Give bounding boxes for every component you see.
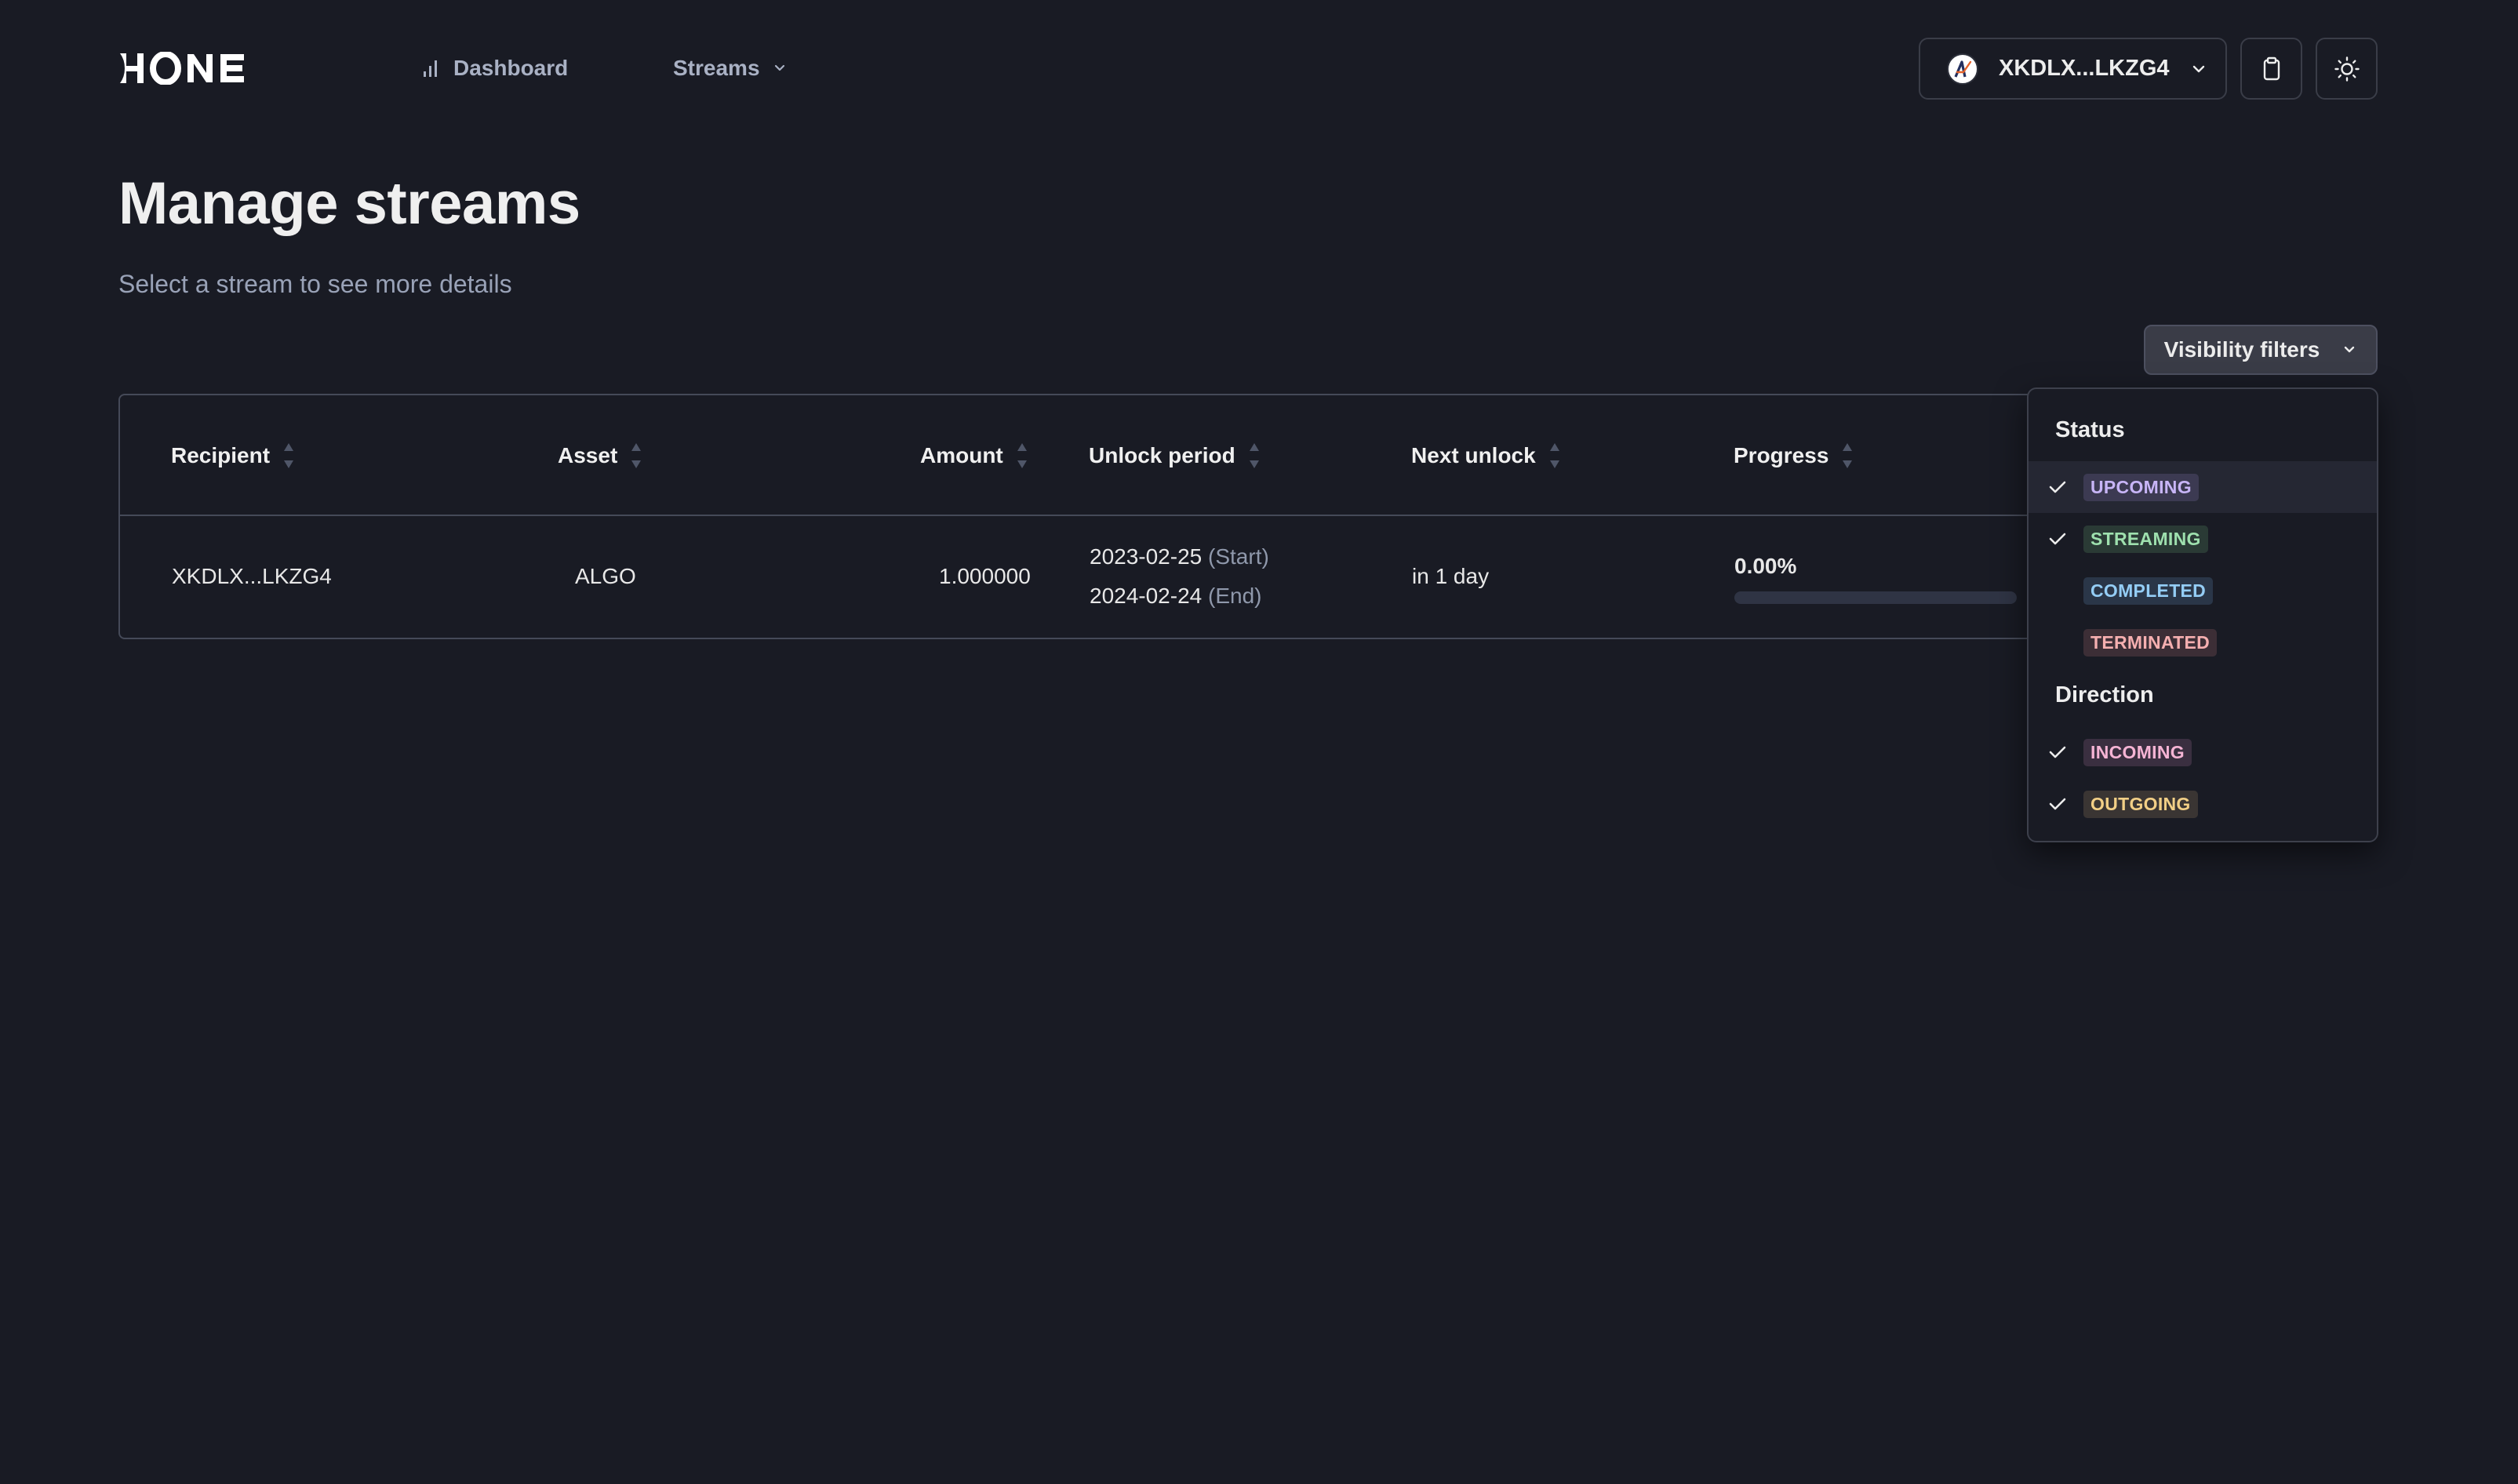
check-icon xyxy=(2049,533,2066,545)
column-label: Progress xyxy=(1734,443,1829,467)
filter-direction-incoming[interactable]: INCOMING xyxy=(2029,726,2377,778)
start-label: (Start) xyxy=(1208,544,1269,569)
end-date: 2024-02-24 xyxy=(1090,584,1203,608)
filter-status-completed[interactable]: COMPLETED xyxy=(2029,565,2377,617)
sun-icon xyxy=(2334,56,2360,82)
chevron-down-icon xyxy=(2192,65,2204,72)
column-header-recipient[interactable]: Recipient xyxy=(171,436,297,475)
visibility-filters-label: Visibility filters xyxy=(2163,337,2320,362)
direction-badge-outgoing: OUTGOING xyxy=(2083,790,2198,818)
column-label: Unlock period xyxy=(1089,443,1235,467)
nav-dashboard[interactable]: Dashboard xyxy=(420,49,568,88)
wallet-account-button[interactable]: XKDLX...LKZG4 xyxy=(1919,38,2227,100)
direction-badge-incoming: INCOMING xyxy=(2083,738,2192,766)
clipboard-button[interactable] xyxy=(2240,38,2302,100)
column-header-asset[interactable]: Asset xyxy=(558,436,644,475)
cell-next-unlock: in 1 day xyxy=(1412,564,1490,588)
algorand-logo-icon xyxy=(1947,53,1978,85)
chevron-down-icon xyxy=(774,64,784,71)
end-label: (End) xyxy=(1208,584,1262,608)
column-header-next-unlock[interactable]: Next unlock xyxy=(1411,436,1563,475)
hone-logo[interactable] xyxy=(118,52,246,85)
column-label: Recipient xyxy=(171,443,271,467)
page-title: Manage streams xyxy=(118,170,580,237)
cell-amount: 1.000000 xyxy=(939,564,1031,588)
visibility-filters-menu: Status UPCOMING STREAMING COMPLETED TERM… xyxy=(2027,387,2378,842)
direction-section-title: Direction xyxy=(2055,682,2154,707)
column-header-unlock-period[interactable]: Unlock period xyxy=(1089,436,1262,475)
column-header-progress[interactable]: Progress xyxy=(1734,436,1855,475)
theme-toggle-button[interactable] xyxy=(2316,38,2378,100)
page-subtitle: Select a stream to see more details xyxy=(118,270,512,298)
column-label: Asset xyxy=(558,443,618,467)
clipboard-icon xyxy=(2263,56,2280,80)
nav-streams-dropdown[interactable]: Streams xyxy=(673,49,787,88)
check-icon xyxy=(2049,746,2066,758)
progress-bar xyxy=(1734,591,2017,604)
sort-icon xyxy=(284,443,294,468)
sort-icon xyxy=(1549,443,1559,468)
status-badge-completed: COMPLETED xyxy=(2083,577,2214,605)
filter-status-upcoming[interactable]: UPCOMING xyxy=(2029,461,2377,513)
wallet-address: XKDLX...LKZG4 xyxy=(1999,56,2170,81)
visibility-filters-button[interactable]: Visibility filters xyxy=(2144,325,2378,375)
check-icon xyxy=(2049,798,2066,810)
status-badge-upcoming: UPCOMING xyxy=(2083,473,2199,501)
start-date: 2023-02-25 xyxy=(1090,544,1203,569)
status-badge-terminated: TERMINATED xyxy=(2083,628,2218,657)
cell-unlock-start: 2023-02-25 (Start) xyxy=(1090,544,1269,569)
cell-asset: ALGO xyxy=(575,564,636,588)
filter-status-streaming[interactable]: STREAMING xyxy=(2029,513,2377,565)
filter-status-terminated[interactable]: TERMINATED xyxy=(2029,617,2377,668)
cell-recipient: XKDLX...LKZG4 xyxy=(172,564,332,588)
top-nav: Dashboard Streams XKDLX...LKZG4 xyxy=(0,0,2518,138)
cell-progress-text: 0.00% xyxy=(1734,554,1797,578)
sort-icon xyxy=(631,443,642,468)
column-header-amount[interactable]: Amount xyxy=(920,436,1030,475)
page: Dashboard Streams XKDLX...LKZG4 Manage s… xyxy=(0,0,2518,1484)
sort-icon xyxy=(1017,443,1027,468)
check-icon xyxy=(2049,481,2066,493)
chevron-down-icon xyxy=(2345,346,2355,353)
bar-chart-icon xyxy=(424,60,437,77)
column-label: Amount xyxy=(920,443,1003,467)
sort-icon xyxy=(1249,443,1259,468)
filter-direction-outgoing[interactable]: OUTGOING xyxy=(2029,778,2377,830)
status-section-title: Status xyxy=(2055,417,2125,442)
sort-icon xyxy=(1843,443,1853,468)
column-label: Next unlock xyxy=(1411,443,1536,467)
hone-logo-icon xyxy=(120,52,244,85)
nav-dashboard-label: Dashboard xyxy=(453,56,569,80)
status-badge-streaming: STREAMING xyxy=(2083,525,2208,553)
cell-unlock-end: 2024-02-24 (End) xyxy=(1090,584,1261,609)
nav-streams-label: Streams xyxy=(673,56,760,80)
